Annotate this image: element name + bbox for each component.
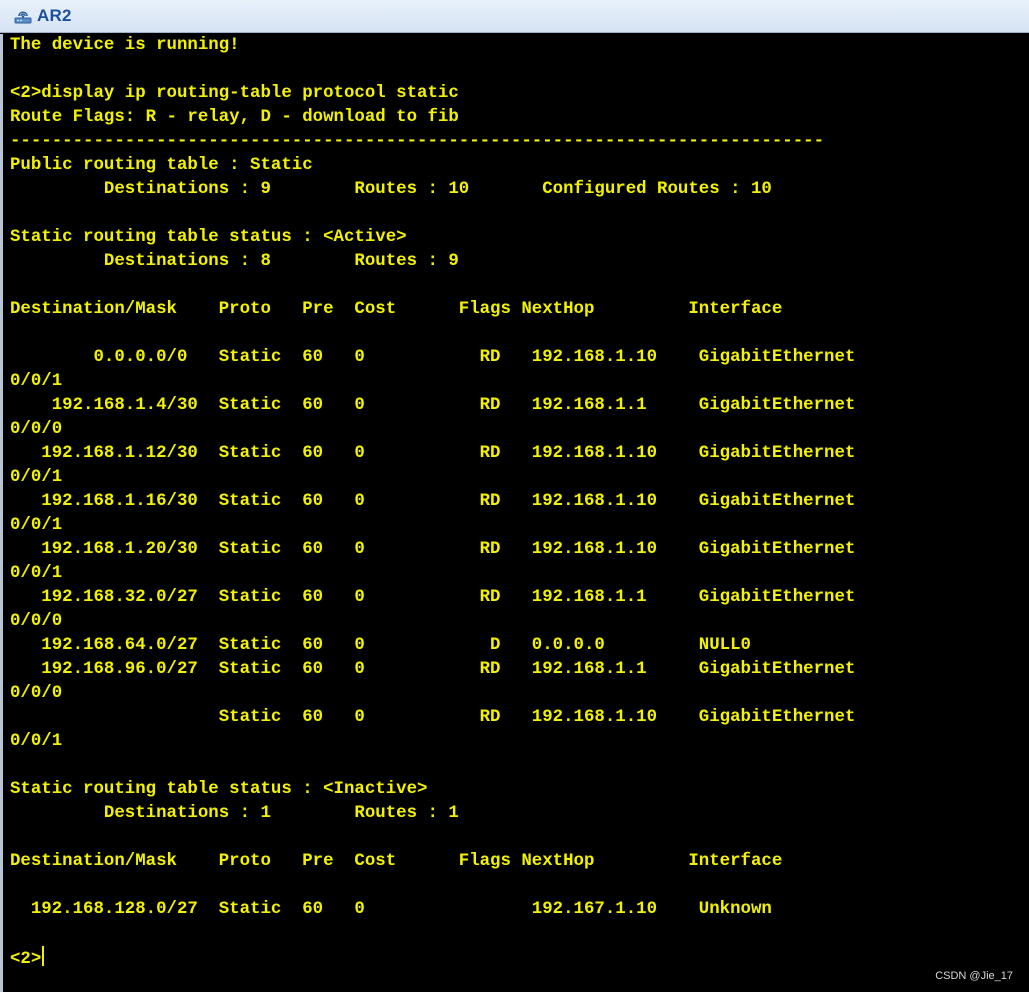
terminal-window: AR2 The device is running! <2>display ip … bbox=[0, 0, 1029, 992]
window-title: AR2 bbox=[37, 6, 72, 25]
terminal-line: 0/0/0 bbox=[10, 684, 63, 703]
title-bar[interactable]: AR2 bbox=[0, 0, 1029, 33]
command-prompt[interactable]: <2> bbox=[10, 946, 855, 970]
router-icon bbox=[13, 6, 33, 26]
terminal-line: <2>display ip routing-table protocol sta… bbox=[10, 84, 459, 103]
terminal-line: 0.0.0.0/0 Static 60 0 RD 192.168.1.10 Gi… bbox=[10, 348, 856, 367]
terminal-screen[interactable]: The device is running! <2>display ip rout… bbox=[0, 34, 1029, 992]
terminal-line: 0/0/1 bbox=[10, 468, 63, 487]
terminal-line: 192.168.1.20/30 Static 60 0 RD 192.168.1… bbox=[10, 540, 856, 559]
terminal-line: Public routing table : Static bbox=[10, 156, 313, 175]
terminal-line: 192.168.96.0/27 Static 60 0 RD 192.168.1… bbox=[10, 660, 856, 679]
terminal-line: 192.168.1.4/30 Static 60 0 RD 192.168.1.… bbox=[10, 396, 856, 415]
terminal-line: Destinations : 8 Routes : 9 bbox=[10, 252, 459, 271]
terminal-line: Destination/Mask Proto Pre Cost Flags Ne… bbox=[10, 852, 783, 871]
terminal-line: 192.168.64.0/27 Static 60 0 D 0.0.0.0 NU… bbox=[10, 636, 751, 655]
terminal-line: The device is running! bbox=[10, 36, 240, 55]
text-cursor bbox=[42, 946, 45, 966]
terminal-line: Destinations : 1 Routes : 1 bbox=[10, 804, 459, 823]
watermark: CSDN @Jie_17 bbox=[935, 970, 1013, 982]
terminal-line: Static routing table status : <Inactive> bbox=[10, 780, 428, 799]
terminal-line: 192.168.1.16/30 Static 60 0 RD 192.168.1… bbox=[10, 492, 856, 511]
terminal-line: ----------------------------------------… bbox=[10, 132, 825, 151]
terminal-line: 0/0/1 bbox=[10, 372, 63, 391]
terminal-line: Static 60 0 RD 192.168.1.10 GigabitEther… bbox=[10, 708, 856, 727]
terminal-line: 192.168.32.0/27 Static 60 0 RD 192.168.1… bbox=[10, 588, 856, 607]
terminal-line: 192.168.128.0/27 Static 60 0 192.167.1.1… bbox=[10, 900, 772, 919]
terminal-line: 0/0/0 bbox=[10, 612, 63, 631]
terminal-output: The device is running! <2>display ip rout… bbox=[10, 34, 855, 970]
terminal-line: Route Flags: R - relay, D - download to … bbox=[10, 108, 459, 127]
terminal-line: Destinations : 9 Routes : 10 Configured … bbox=[10, 180, 772, 199]
terminal-line: Destination/Mask Proto Pre Cost Flags Ne… bbox=[10, 300, 783, 319]
terminal-line: 0/0/1 bbox=[10, 516, 63, 535]
terminal-line: 192.168.1.12/30 Static 60 0 RD 192.168.1… bbox=[10, 444, 856, 463]
terminal-line: 0/0/1 bbox=[10, 564, 63, 583]
prompt-text: <2> bbox=[10, 950, 42, 969]
terminal-line: Static routing table status : <Active> bbox=[10, 228, 407, 247]
terminal-line: 0/0/0 bbox=[10, 420, 63, 439]
terminal-line: 0/0/1 bbox=[10, 732, 63, 751]
